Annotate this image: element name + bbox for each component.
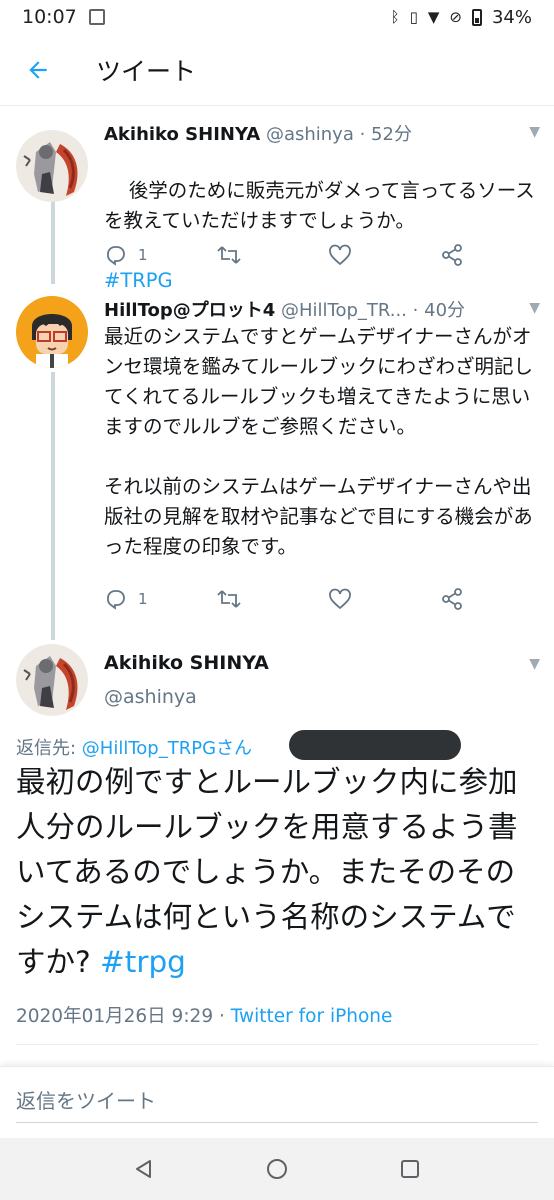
tweet-actions: 1 [104, 240, 484, 270]
share-button[interactable] [440, 587, 464, 611]
app-bar: ツイート [0, 34, 554, 106]
back-arrow-icon [29, 60, 47, 79]
wifi-icon: ▼ [427, 8, 440, 26]
reply-count: 1 [138, 590, 148, 608]
hashtag-link[interactable]: #trpg [100, 945, 186, 979]
chevron-down-icon[interactable]: ▼ [529, 124, 540, 140]
page-title: ツイート [96, 56, 197, 86]
like-icon [329, 244, 351, 266]
nav-back-icon [136, 1160, 151, 1178]
tweet-meta: 2020年01月26日 9:29 · Twitter for iPhone [16, 1002, 392, 1028]
chevron-down-icon[interactable]: ▼ [529, 300, 540, 316]
avatar[interactable] [16, 644, 88, 716]
reply-context: 返信先: @HillTop_TRPGさん [16, 734, 252, 760]
retweet-button[interactable] [216, 587, 242, 611]
nav-home-icon [267, 1159, 287, 1179]
avatar[interactable] [16, 296, 88, 368]
tweet-timestamp: 2020年01月26日 9:29 [16, 1006, 214, 1027]
tweet-actions: 1 [104, 584, 484, 614]
share-icon [442, 244, 462, 266]
reply-count: 1 [138, 246, 148, 264]
meta-separator: · [213, 1006, 231, 1027]
like-button[interactable] [328, 587, 352, 611]
retweet-icon [217, 590, 241, 608]
author-name[interactable]: Akihiko SHINYA [104, 652, 269, 674]
avatar-character-image [16, 296, 88, 368]
author-handle[interactable]: @ashinya [266, 124, 354, 145]
battery-level: 34% [491, 6, 532, 28]
like-icon [329, 588, 351, 610]
tweet-header: Akihiko SHINYA @ashinya · 52分 [104, 120, 524, 146]
battery-icon [471, 8, 482, 26]
vibrate-icon: ▯ [409, 8, 418, 26]
retweet-button[interactable] [216, 243, 242, 267]
thread-tweet[interactable]: HillTop@プロット4 @HillTop_TR... · 40分 ▼ 最近の… [0, 282, 554, 626]
thread-tweet[interactable]: Akihiko SHINYA @ashinya · 52分 ▼ 後学のために販売… [0, 106, 554, 292]
reply-compose-bar [0, 1066, 554, 1138]
reply-button[interactable]: 1 [104, 243, 148, 267]
tweet-time: · 52分 [359, 124, 412, 145]
tweet-text-content: 後学のために販売元がダメって言ってるソースを教えていただけますでしょうか。 [104, 179, 535, 232]
divider [16, 1044, 538, 1045]
focused-tweet-text: 最初の例ですとルールブック内に参加人分のルールブックを用意するよう書いてあるので… [16, 760, 536, 985]
tweet-header: HillTop@プロット4 @HillTop_TR... · 40分 [104, 296, 524, 322]
tweet-time: · 40分 [412, 300, 466, 321]
status-time: 10:07 [22, 6, 77, 28]
avatar[interactable] [16, 130, 88, 202]
avatar-knight-image [16, 130, 88, 202]
no-sim-icon: ⊘ [449, 8, 462, 26]
author-handle[interactable]: @ashinya [104, 686, 197, 708]
reply-mention-link[interactable]: @HillTop_TRPGさん [82, 738, 252, 759]
back-button[interactable] [0, 34, 76, 106]
reply-icon [107, 590, 125, 610]
system-nav-bar [0, 1138, 554, 1200]
like-button[interactable] [328, 243, 352, 267]
nav-back-button[interactable] [128, 1154, 158, 1184]
share-icon [442, 588, 462, 610]
status-bar: 10:07 ᛒ ▯ ▼ ⊘ 34% [0, 0, 554, 34]
author-name[interactable]: HillTop@プロット4 [104, 300, 275, 321]
gallery-notification-icon [88, 9, 105, 25]
author-handle[interactable]: @HillTop_TR... [281, 300, 407, 321]
nav-recents-button[interactable] [395, 1154, 425, 1184]
redacted-mention [289, 730, 461, 760]
tweet-source-link[interactable]: Twitter for iPhone [231, 1006, 393, 1027]
author-name[interactable]: Akihiko SHINYA [104, 124, 260, 145]
tweet-text-content: 最初の例ですとルールブック内に参加人分のルールブックを用意するよう書いてあるので… [16, 765, 518, 979]
reply-button[interactable]: 1 [104, 587, 148, 611]
nav-recents-icon [401, 1160, 419, 1178]
reply-input[interactable] [16, 1079, 538, 1123]
nav-home-button[interactable] [262, 1154, 292, 1184]
tweet-text: 最近のシステムですとゲームデザイナーさんがオンセ環境を鑑みてルールブックにわざわ… [104, 325, 534, 558]
bluetooth-icon: ᛒ [390, 8, 400, 26]
share-button[interactable] [440, 243, 464, 267]
reply-icon [107, 246, 125, 266]
reply-prefix: 返信先: [16, 738, 82, 759]
status-icons: ᛒ ▯ ▼ ⊘ 34% [391, 7, 532, 28]
chevron-down-icon[interactable]: ▼ [529, 656, 540, 672]
avatar-knight-image [16, 644, 88, 716]
retweet-icon [217, 246, 241, 264]
